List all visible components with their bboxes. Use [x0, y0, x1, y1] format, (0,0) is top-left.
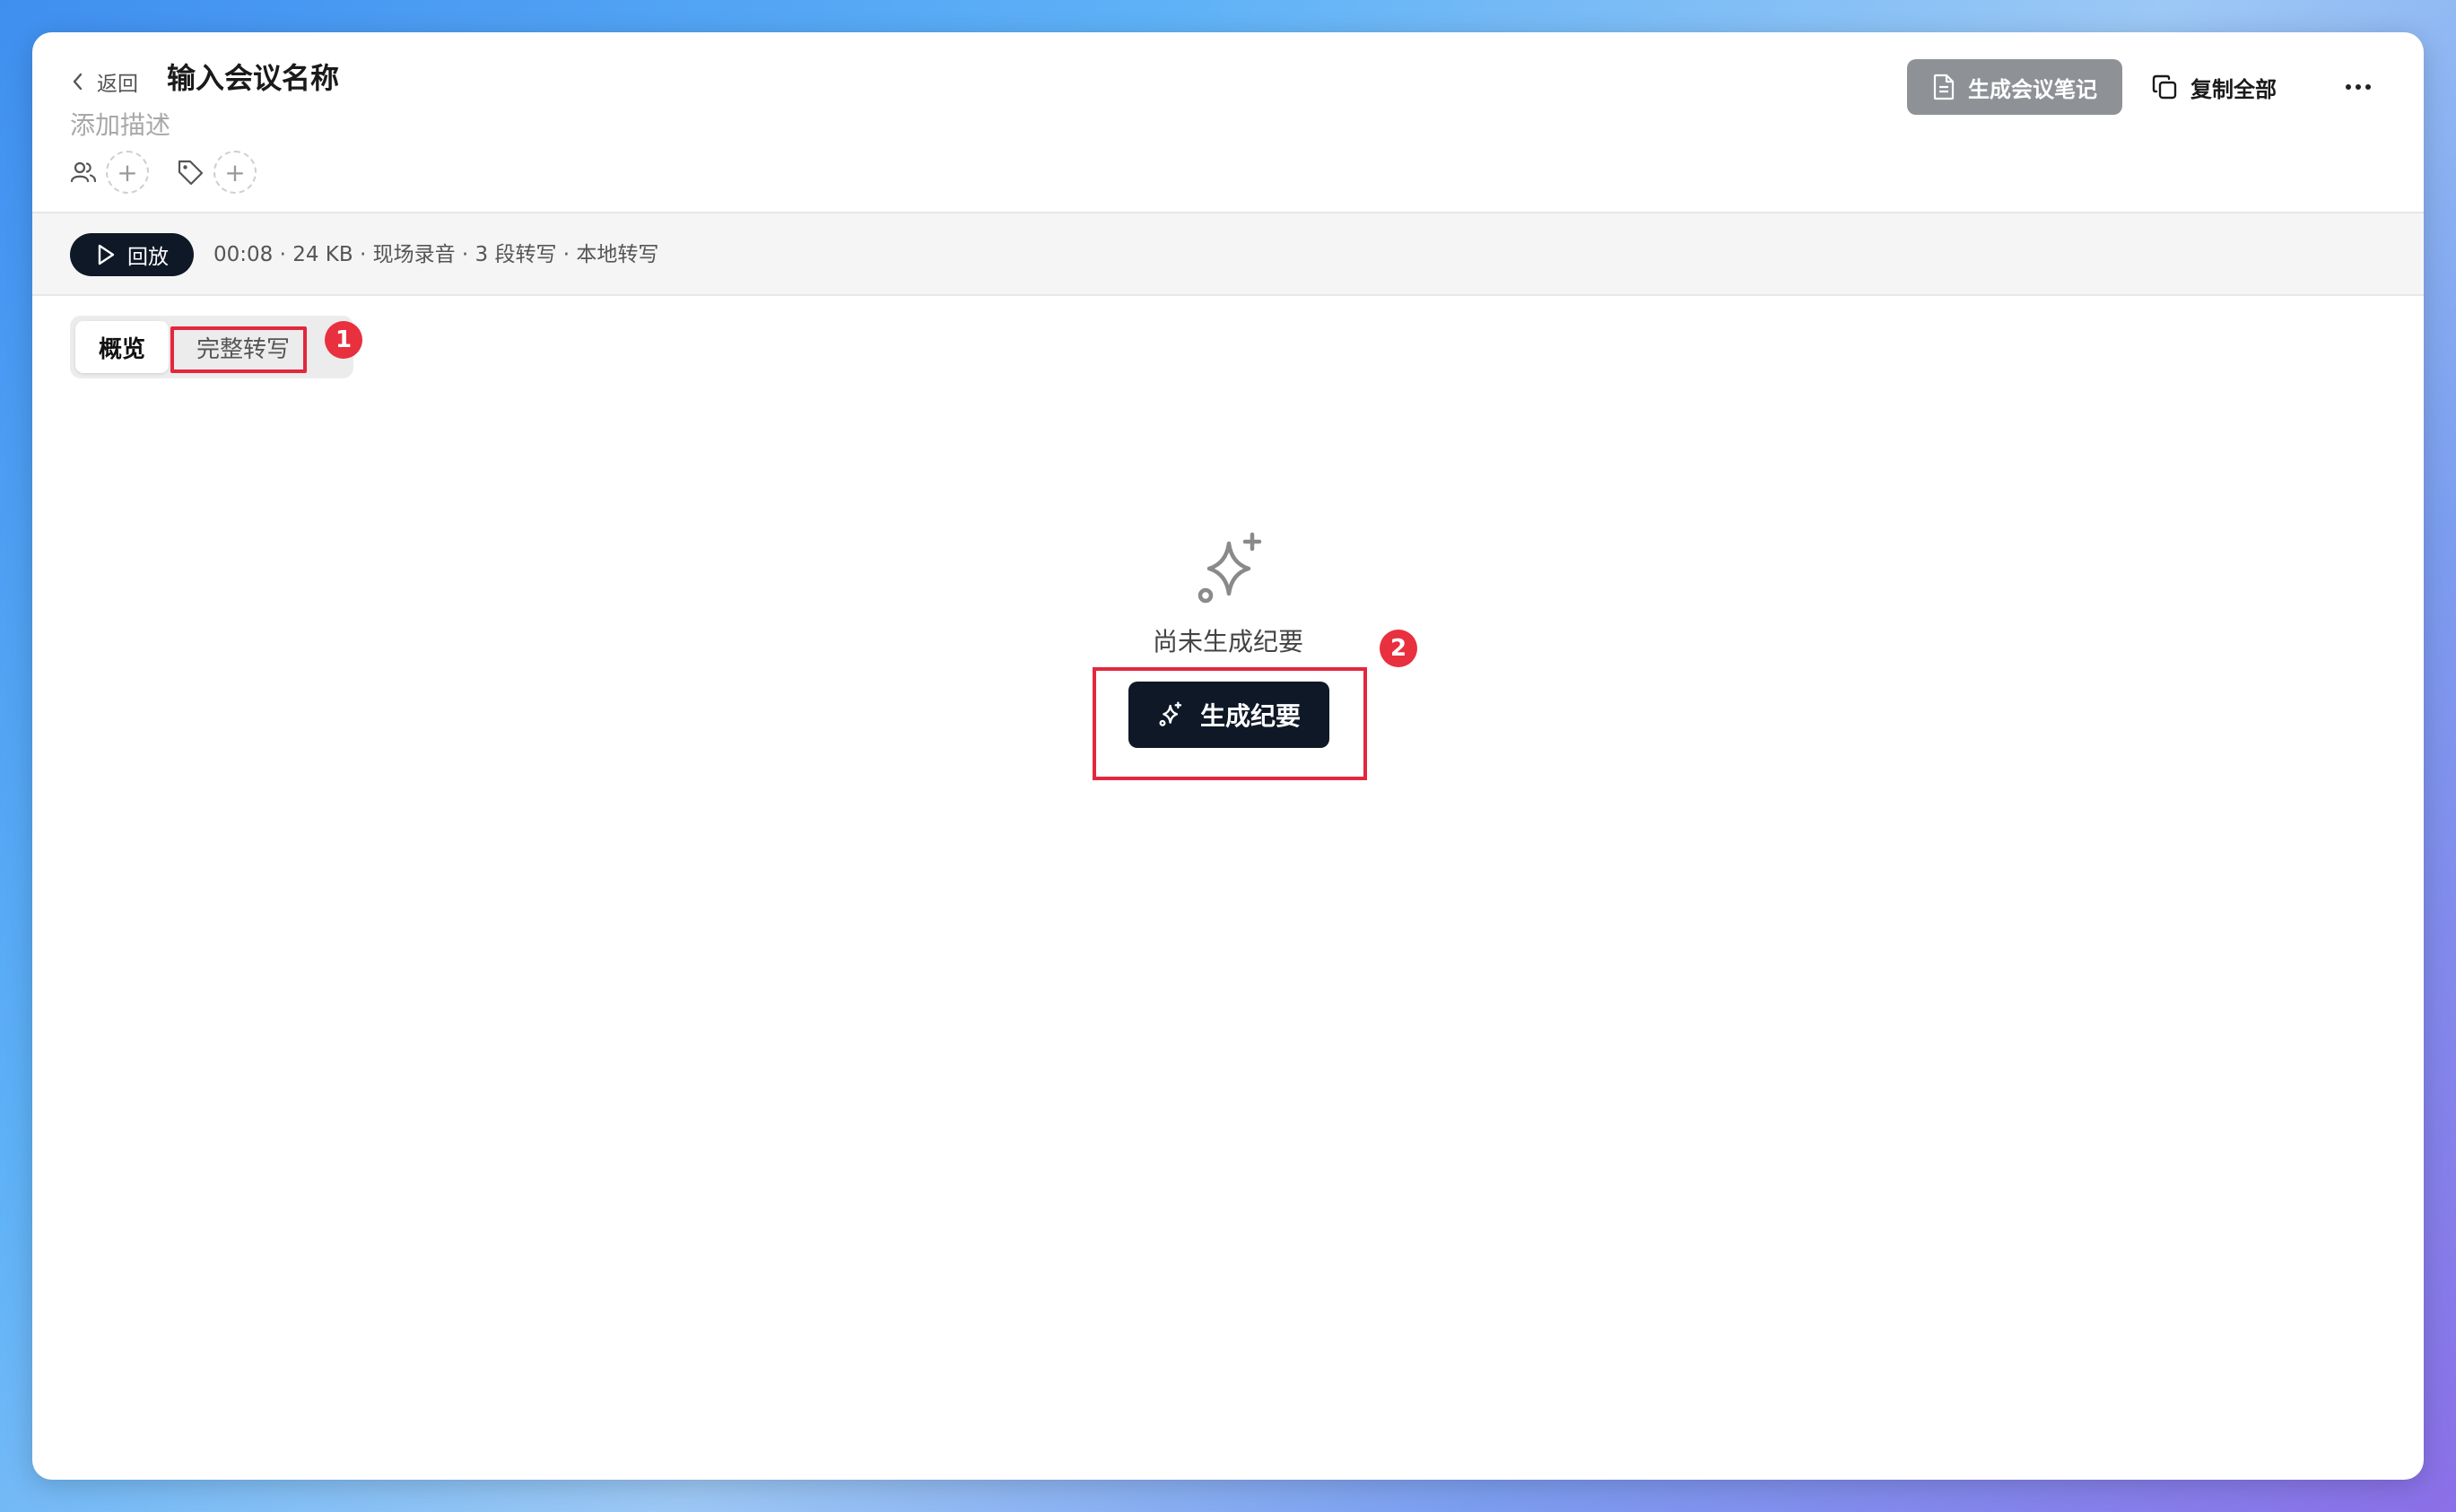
copy-all-button[interactable]: 复制全部 [2151, 59, 2277, 115]
back-label: 返回 [97, 73, 138, 96]
tag-icon [178, 160, 204, 186]
recording-info-text: 00:08 · 24 KB · 现场录音 · 3 段转写 · 本地转写 [213, 243, 659, 266]
sparkles-icon [1159, 701, 1182, 726]
empty-state-message: 尚未生成纪要 [1152, 627, 1303, 656]
sparkles-icon [1198, 532, 1262, 604]
back-button[interactable]: 返回 [70, 59, 138, 104]
add-tag-symbol: + [224, 157, 246, 187]
header: 返回 输入会议名称 添加描述 + + 生成会议笔记 复制全部 [32, 32, 2424, 213]
annotation-badge-2: 2 [1380, 630, 1417, 667]
annotation-box-1 [170, 326, 307, 373]
app-window: 返回 输入会议名称 添加描述 + + 生成会议笔记 复制全部 回放 00:08 … [32, 32, 2424, 1480]
recording-info-bar: 回放 00:08 · 24 KB · 现场录音 · 3 段转写 · 本地转写 [32, 213, 2424, 296]
playback-button[interactable]: 回放 [70, 233, 194, 276]
generate-summary-button[interactable]: 生成纪要 [1128, 682, 1329, 748]
add-participant-symbol: + [117, 157, 138, 187]
copy-all-label: 复制全部 [2190, 76, 2277, 102]
meeting-title[interactable]: 输入会议名称 [167, 56, 339, 100]
generate-notes-label: 生成会议笔记 [1968, 76, 2097, 102]
more-icon [2346, 84, 2371, 90]
users-icon [70, 161, 97, 183]
tab-overview[interactable]: 概览 [75, 321, 169, 373]
copy-icon [2152, 74, 2177, 100]
add-participant-button[interactable]: + [106, 151, 149, 194]
document-icon [1933, 74, 1955, 100]
description-field[interactable]: 添加描述 [70, 106, 170, 145]
generate-summary-label: 生成纪要 [1199, 701, 1301, 731]
annotation-badge-1: 1 [325, 321, 362, 359]
add-tag-button[interactable]: + [213, 151, 257, 194]
play-icon [98, 244, 115, 265]
meta-row: + + [70, 151, 257, 194]
chevron-left-icon [73, 73, 83, 91]
playback-label: 回放 [127, 246, 169, 269]
generate-notes-button[interactable]: 生成会议笔记 [1907, 59, 2122, 115]
more-options-button[interactable] [2336, 65, 2381, 109]
